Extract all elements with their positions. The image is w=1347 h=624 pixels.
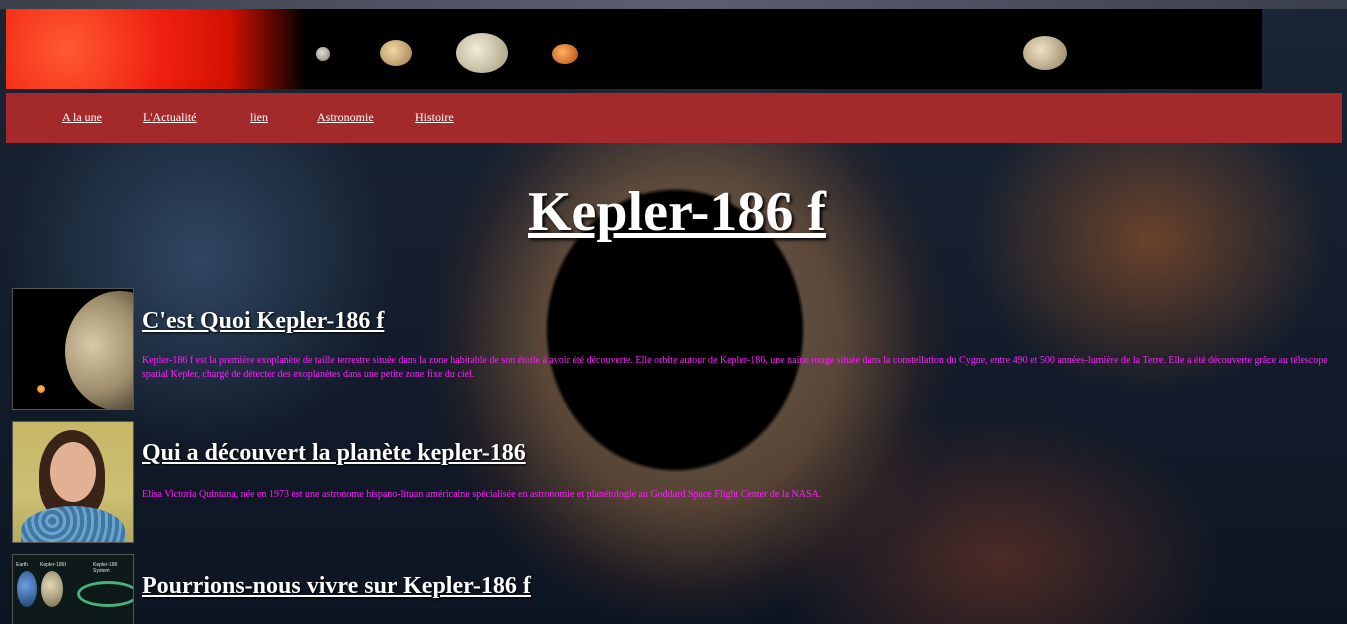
planet-mercury-image	[316, 47, 330, 61]
section-heading-discoverer: Qui a découvert la planète kepler-186	[142, 440, 526, 466]
nav-link-astronomie[interactable]: Astronomie	[317, 110, 374, 125]
kepler-planet-shape	[65, 291, 133, 409]
discoverer-portrait-image	[12, 421, 134, 543]
page-title: Kepler-186 f	[528, 181, 827, 243]
window-top-frame	[0, 0, 1347, 9]
diagram-kepler-shape	[41, 571, 63, 607]
section-heading-live-on: Pourrions-nous vivre sur Kepler-186 f	[142, 573, 531, 599]
kepler-186f-image	[12, 288, 134, 410]
portrait-face-shape	[50, 442, 96, 502]
nav-link-histoire[interactable]: Histoire	[415, 110, 454, 125]
nav-link-a-la-une[interactable]: A la une	[62, 110, 102, 125]
planet-venus-image	[380, 40, 412, 66]
planet-earth-image	[456, 33, 508, 73]
portrait-shirt-shape	[21, 506, 125, 542]
nav-link-lien[interactable]: lien	[250, 110, 268, 125]
section-text-what-is: Kepler-186 f est la première exoplanète …	[142, 355, 1328, 380]
diagram-label-system: Kepler-186 System	[93, 562, 118, 574]
section-text-discoverer: Elisa Victoria Quintana, née en 1973 est…	[142, 489, 822, 500]
kepler-system-diagram-image: Earth Kepler-186f Kepler-186 System	[12, 554, 134, 624]
diagram-label-kepler: Kepler-186f	[40, 562, 66, 568]
solar-system-banner	[6, 9, 1262, 89]
star-glow-shape	[37, 385, 45, 393]
nav-link-actualite[interactable]: L'Actualité	[143, 110, 196, 125]
planet-jupiter-image	[1023, 36, 1067, 70]
diagram-orbit-shape	[77, 581, 133, 607]
main-navbar: A la une L'Actualité lien Astronomie His…	[6, 93, 1342, 143]
sun-image	[6, 9, 306, 89]
section-heading-what-is: C'est Quoi Kepler-186 f	[142, 308, 385, 334]
diagram-label-earth: Earth	[16, 562, 28, 568]
planet-mars-image	[552, 44, 578, 64]
diagram-earth-shape	[17, 571, 37, 607]
